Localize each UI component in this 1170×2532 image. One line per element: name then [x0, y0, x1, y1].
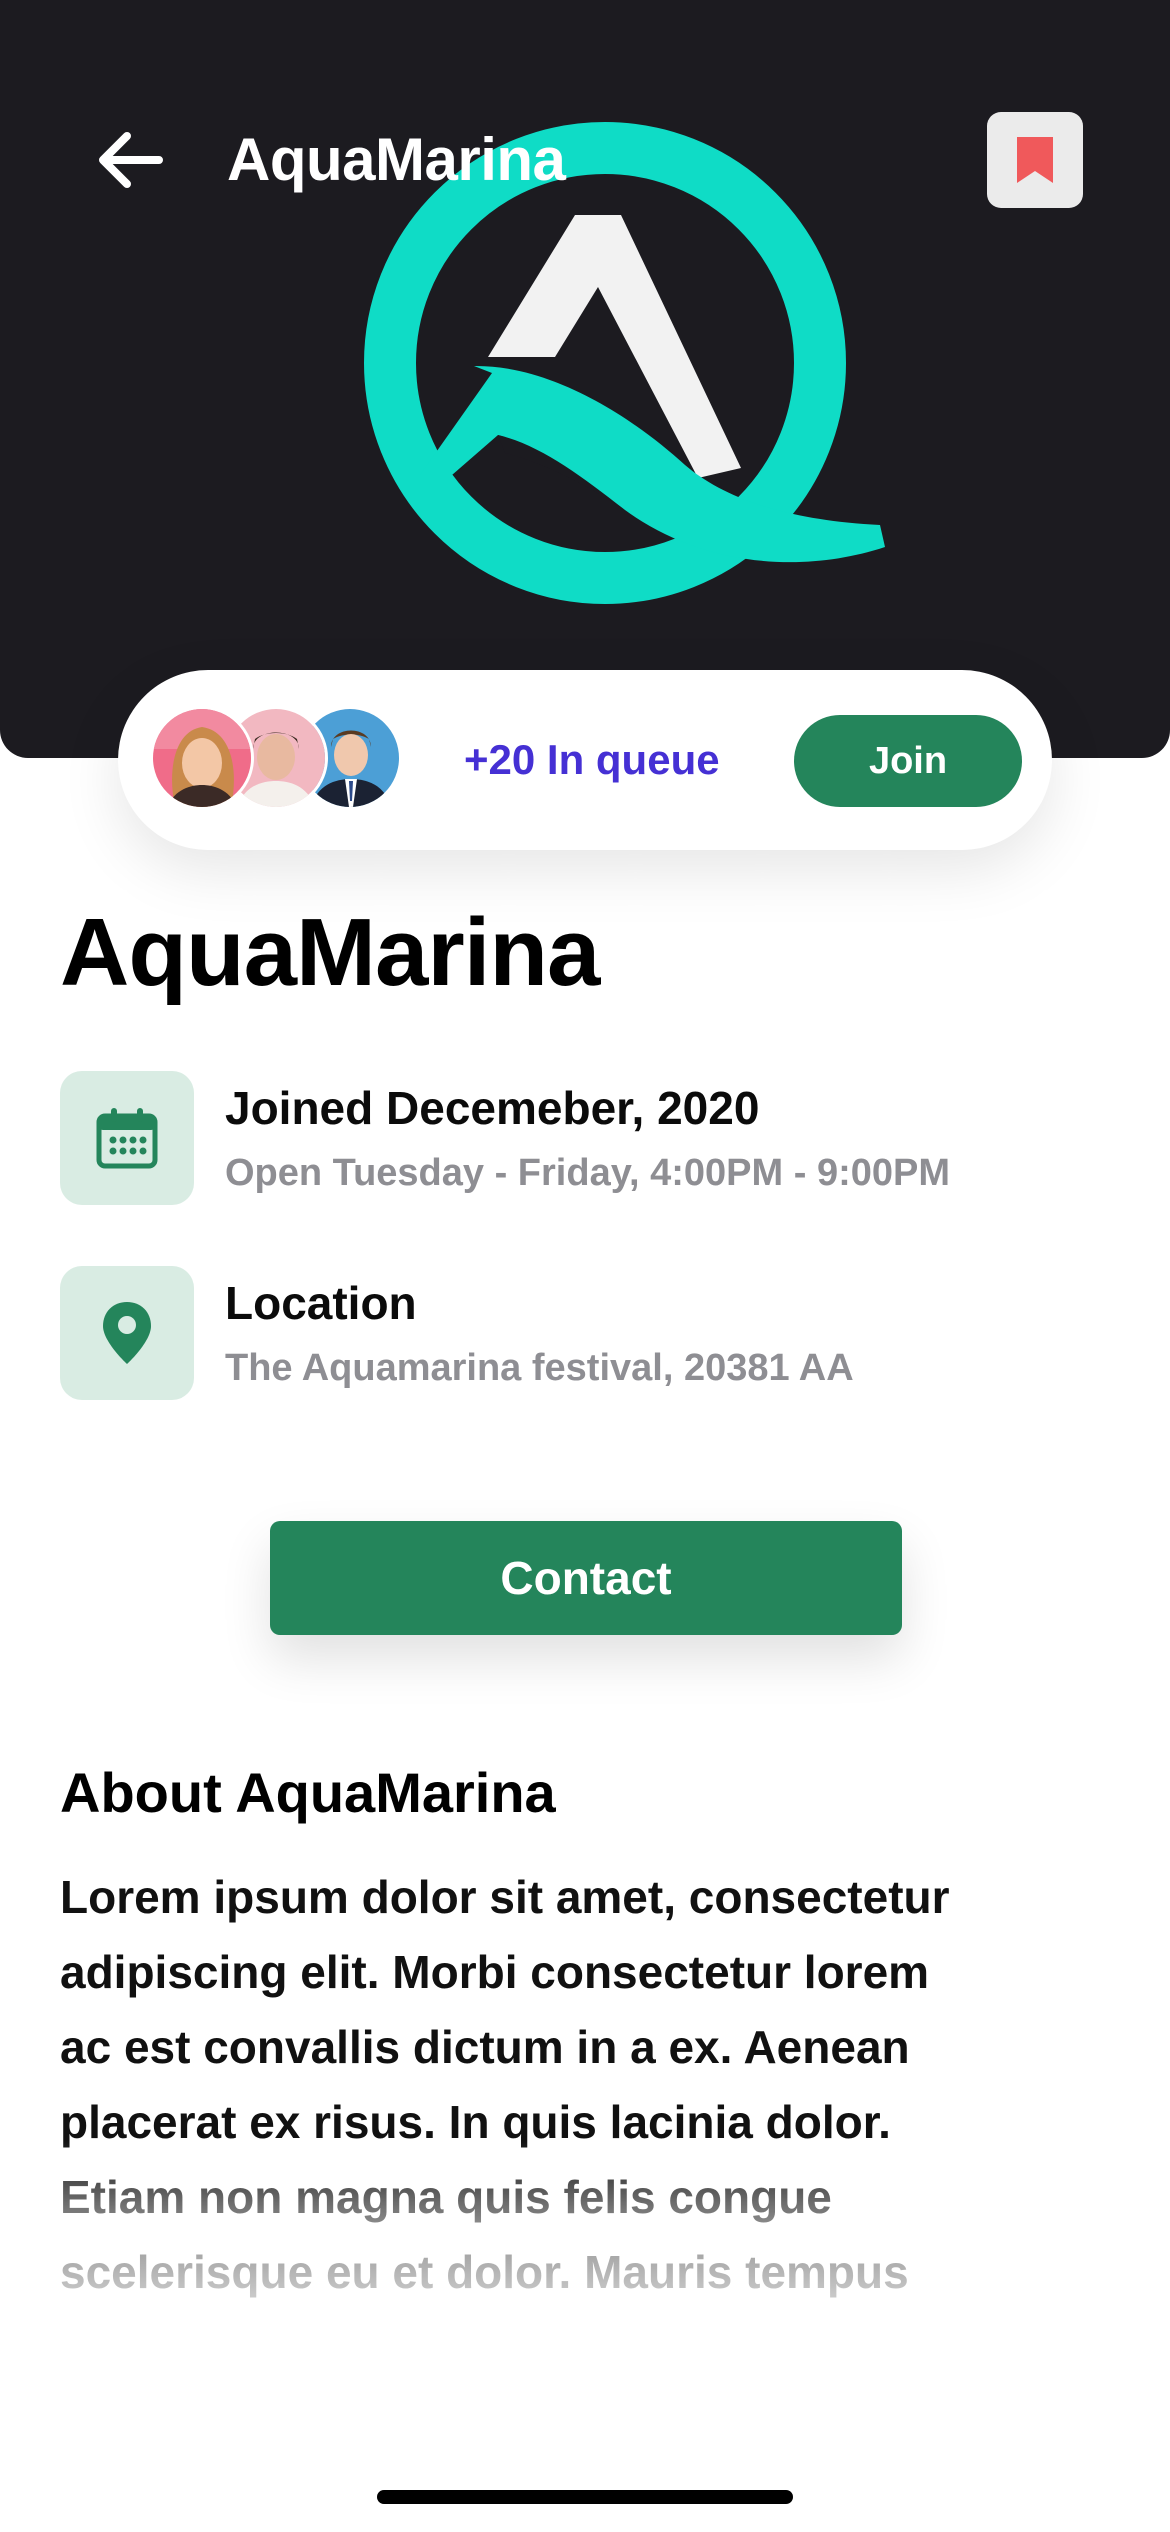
avatar-woman — [153, 709, 251, 807]
back-button[interactable] — [92, 122, 168, 198]
about-line: adipiscing elit. Morbi consectetur lorem — [60, 1946, 930, 1998]
page-title: AquaMarina — [60, 899, 600, 1006]
about-line: ac est convallis dictum in a ex. Aenean — [60, 2021, 910, 2073]
header-title: AquaMarina — [227, 126, 566, 193]
calendar-icon — [96, 1108, 158, 1169]
avatar — [150, 706, 254, 810]
about-line: Lorem ipsum dolor sit amet, consectetur — [60, 1871, 950, 1923]
hero-banner: AquaMarina — [0, 0, 1170, 758]
bookmark-button[interactable] — [987, 112, 1083, 208]
arrow-left-icon — [99, 132, 163, 188]
location-icon-box — [60, 1266, 194, 1400]
joined-date: Joined Decemeber, 2020 — [225, 1082, 760, 1134]
about-text: Lorem ipsum dolor sit amet, consectetur … — [60, 1860, 1120, 2310]
location-value: The Aquamarina festival, 20381 AA — [225, 1347, 854, 1389]
bookmark-icon — [1017, 137, 1053, 183]
location-pin-icon — [103, 1302, 151, 1364]
queue-card: +20 In queue Join — [118, 670, 1052, 850]
calendar-icon-box — [60, 1071, 194, 1205]
location-label: Location — [225, 1277, 417, 1329]
home-indicator[interactable] — [377, 2490, 793, 2504]
about-line: scelerisque eu et dolor. Mauris tempus — [60, 2246, 909, 2298]
opening-hours: Open Tuesday - Friday, 4:00PM - 9:00PM — [225, 1152, 951, 1194]
queue-count: +20 In queue — [464, 736, 720, 783]
about-line: placerat ex risus. In quis lacinia dolor… — [60, 2096, 891, 2148]
join-button[interactable]: Join — [794, 715, 1022, 807]
contact-button[interactable]: Contact — [270, 1521, 902, 1635]
about-line: Etiam non magna quis felis congue — [60, 2171, 832, 2223]
about-heading: About AquaMarina — [60, 1761, 556, 1824]
